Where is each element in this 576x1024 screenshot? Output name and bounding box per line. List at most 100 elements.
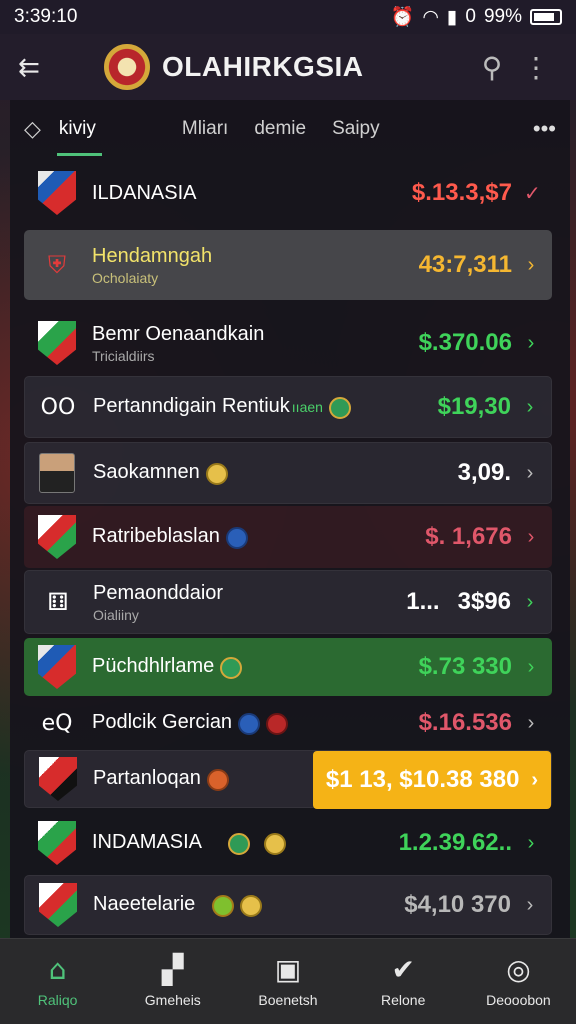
status-time: 3:39:10 bbox=[14, 6, 78, 27]
row-prefix: OO bbox=[40, 394, 76, 420]
row-name: ILDANASIA bbox=[92, 181, 197, 204]
overflow-menu-icon[interactable]: ⋮ bbox=[514, 51, 558, 84]
club-badge-icon bbox=[264, 832, 287, 855]
row-value: $.13.3,$7 bbox=[411, 179, 512, 206]
row-name: Partanloqan bbox=[93, 767, 201, 790]
app-bar: ⇇ OLAHIRKGSIA ⚲ ⋮ bbox=[0, 34, 576, 100]
club-badge-icon bbox=[228, 832, 251, 855]
chevron-right-icon: › bbox=[526, 590, 534, 613]
chevron-right-icon: › bbox=[526, 893, 534, 916]
row-subtitle: Tricialdiirs bbox=[92, 347, 155, 364]
match-list-panel: ◇ kiviy Mliarı demie Saipy ••• ILDANASIA… bbox=[10, 100, 570, 938]
nav-results[interactable]: ✔ Relone bbox=[346, 939, 461, 1024]
status-zero: 0 bbox=[465, 6, 476, 27]
bottom-nav: ⌂ Raliqo ▞ Gmeheis ▣ Boenetsh ✔ Relone ◎… bbox=[0, 938, 576, 1024]
list-item[interactable]: INDAMASIA 1.2.39.62.. › bbox=[24, 812, 552, 874]
club-badge-icon bbox=[266, 712, 289, 735]
team-badge-icon: ⛨ bbox=[48, 251, 66, 279]
back-menu-icon[interactable]: ⇇ bbox=[18, 52, 58, 83]
row-name: Podlcik Gercian bbox=[92, 711, 233, 734]
list-item-selected[interactable]: Püchdhlrlame $.73 330 › bbox=[24, 638, 552, 696]
team-crest-icon bbox=[39, 883, 77, 927]
more-icon[interactable]: ••• bbox=[533, 116, 556, 142]
battery-percent: 99% bbox=[483, 6, 522, 27]
row-subtitle: Ocholaiaty bbox=[92, 269, 159, 286]
nav-label: Relone bbox=[381, 991, 426, 1008]
battery-icon bbox=[530, 9, 562, 25]
row-value: 3,09. bbox=[457, 459, 511, 486]
row-value: $.16.536 bbox=[418, 709, 512, 736]
row-value: 43:7,311 bbox=[418, 251, 512, 278]
nav-profile[interactable]: ◎ Deooobon bbox=[461, 939, 576, 1024]
row-subtitle: Oialiiny bbox=[93, 606, 139, 623]
team-crest-icon bbox=[38, 171, 76, 215]
nav-games[interactable]: ▞ Gmeheis bbox=[115, 939, 230, 1024]
row-value: $19,30 bbox=[437, 393, 511, 420]
player-avatar bbox=[39, 453, 75, 493]
team-crest-icon bbox=[39, 757, 77, 801]
list-item[interactable]: ⚅ Pemaonddaior Oialiiny 1... 3$96 › bbox=[24, 570, 552, 634]
check-icon: ✓ bbox=[524, 182, 541, 205]
list-item[interactable]: Naeetelarie $4,10 370 › bbox=[24, 875, 552, 935]
team-crest-icon bbox=[38, 321, 76, 365]
team-badge-icon: ⚅ bbox=[47, 588, 69, 616]
row-value: $.370.06 bbox=[418, 329, 512, 356]
team-crest-icon bbox=[38, 515, 76, 559]
list-item[interactable]: eQ Podlcik Gercian $.16.536 › bbox=[24, 692, 552, 754]
row-name: INDAMASIA bbox=[92, 831, 203, 854]
list-item[interactable]: Saokamnen 3,09. › bbox=[24, 442, 552, 504]
wifi-icon: ◠ bbox=[422, 6, 439, 28]
tab-demie[interactable]: demie bbox=[254, 118, 306, 140]
profile-icon: ◎ bbox=[506, 952, 531, 986]
row-name: Saokamnen bbox=[93, 461, 200, 484]
row-name: Püchdhlrlame bbox=[92, 655, 215, 678]
app-title: OLAHIRKGSIA bbox=[162, 51, 364, 82]
search-icon[interactable]: ⚲ bbox=[470, 51, 514, 84]
row-prefix: eQ bbox=[41, 710, 73, 736]
club-badge-icon bbox=[225, 526, 248, 549]
club-badge-icon bbox=[206, 768, 229, 791]
list-item[interactable]: Bemr Oenaandkain Tricialdiirs $.370.06 › bbox=[24, 310, 552, 376]
list-item[interactable]: Ratribeblaslan $. 1,676 › bbox=[24, 506, 552, 568]
row-value: $.73 330 bbox=[418, 653, 512, 680]
chevron-right-icon: › bbox=[527, 711, 535, 734]
club-badge-icon bbox=[205, 462, 228, 485]
row-value: $4,10 370 bbox=[404, 891, 511, 918]
chevron-right-icon: › bbox=[527, 655, 535, 678]
chevron-right-icon: › bbox=[527, 253, 535, 276]
club-badge-icon bbox=[238, 712, 261, 735]
status-icons: ⏰ ◠ ▮ 0 99% bbox=[391, 5, 562, 29]
nav-home[interactable]: ⌂ Raliqo bbox=[0, 939, 115, 1024]
club-badge-icon bbox=[328, 396, 351, 419]
club-badge-icon bbox=[211, 894, 234, 917]
row-value-left: 1... bbox=[406, 588, 440, 615]
list-item[interactable]: Partanloqan $1 13, $10.38 380 › bbox=[24, 750, 552, 809]
cards-icon: ▞ bbox=[162, 952, 184, 986]
tab-mliari[interactable]: Mliarı bbox=[182, 118, 228, 140]
status-bar: 3:39:10 ⏰ ◠ ▮ 0 99% bbox=[0, 0, 576, 34]
row-name: Bemr Oenaandkain bbox=[92, 322, 265, 345]
chevron-right-icon: › bbox=[527, 331, 535, 354]
tab-saipy[interactable]: Saipy bbox=[332, 118, 380, 140]
ticket-icon: ▣ bbox=[274, 952, 302, 986]
highlight-value-button[interactable]: $1 13, $10.38 380 › bbox=[313, 751, 551, 809]
list-item[interactable]: ILDANASIA $.13.3,$7 ✓ bbox=[24, 162, 552, 224]
list-item[interactable]: OO Pertanndigain Rentiuk ııaen $19,30 › bbox=[24, 376, 552, 438]
filter-icon[interactable]: ◇ bbox=[24, 116, 41, 142]
chevron-right-icon: › bbox=[526, 395, 534, 418]
row-name: Pemaonddaior bbox=[93, 581, 224, 604]
home-icon: ⌂ bbox=[48, 952, 67, 986]
row-name: Pertanndigain Rentiuk bbox=[93, 395, 290, 418]
nav-bets[interactable]: ▣ Boenetsh bbox=[230, 939, 345, 1024]
chevron-right-icon: › bbox=[527, 831, 535, 854]
chevron-right-icon: › bbox=[531, 768, 539, 791]
row-note: ııaen bbox=[291, 399, 323, 416]
row-value: 3$96 bbox=[457, 588, 511, 615]
tab-kiviy[interactable]: kiviy bbox=[56, 118, 102, 156]
list-item-selected[interactable]: ⛨ Hendamngah Ocholaiaty 43:7,311 › bbox=[24, 230, 552, 300]
row-name: Ratribeblaslan bbox=[92, 525, 220, 548]
row-value: $. 1,676 bbox=[425, 523, 512, 550]
club-badge-icon bbox=[239, 894, 262, 917]
team-crest-icon bbox=[38, 821, 76, 865]
row-value: 1.2.39.62.. bbox=[398, 829, 512, 856]
